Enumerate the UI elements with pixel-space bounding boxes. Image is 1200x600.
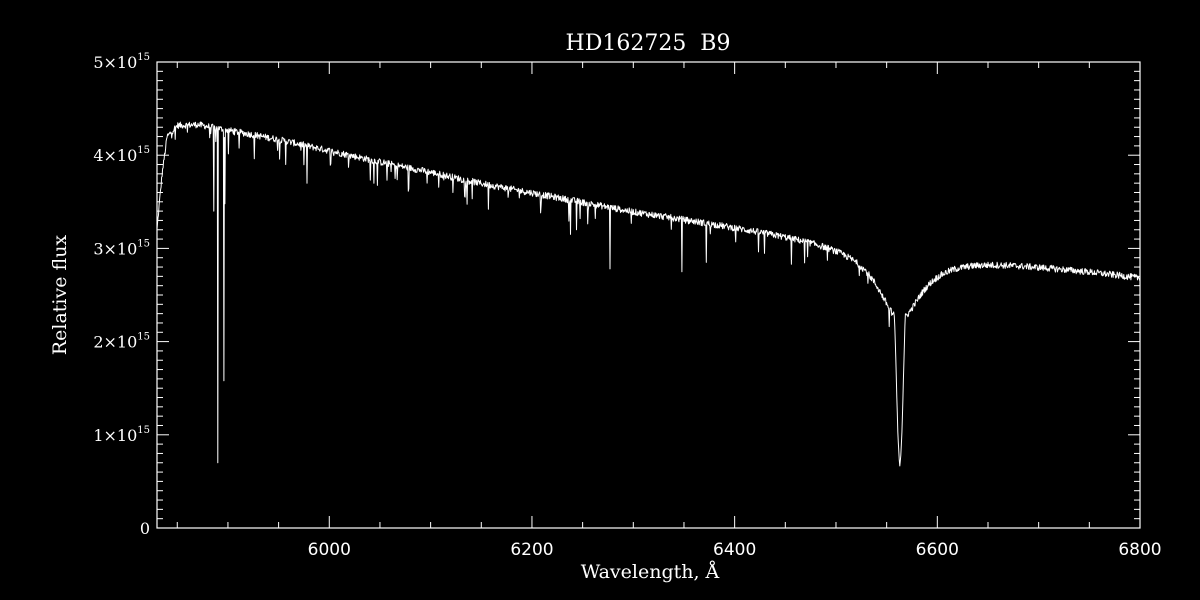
chart-title: HD162725 B9 [566,31,731,56]
x-tick-label: 6600 [916,540,959,560]
x-tick-label: 6000 [308,540,351,560]
y-tick-label: 0 [140,519,150,538]
x-axis-label: Wavelength, Å [581,561,720,583]
spectrum-chart: HD162725 B9 6000 6200 6400 6600 6800 01×1015… [0,0,1200,600]
y-axis-label: Relative flux [49,235,71,356]
x-tick-label: 6400 [713,540,756,560]
x-tick-label: 6800 [1118,540,1161,560]
x-tick-label: 6200 [510,540,553,560]
